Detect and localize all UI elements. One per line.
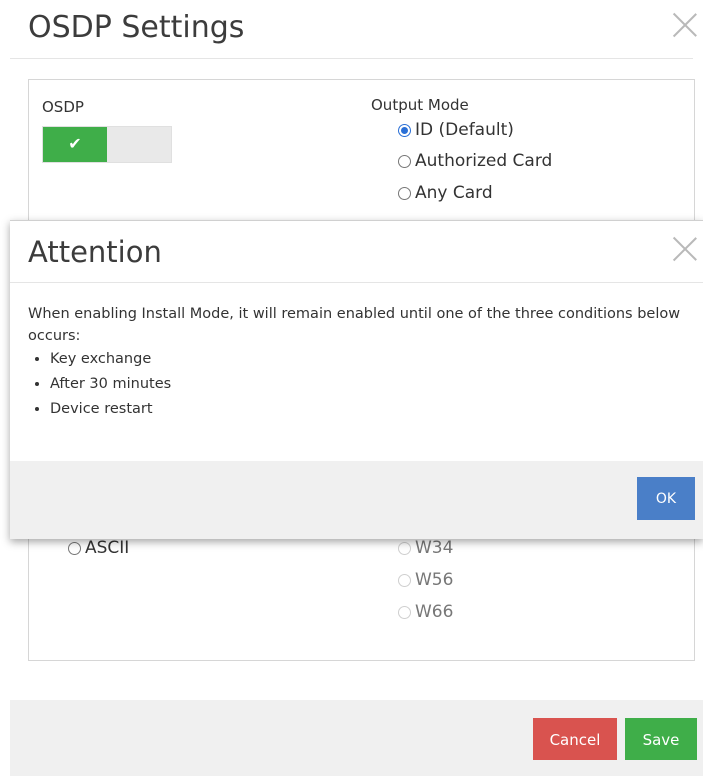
option-label: W34 bbox=[415, 538, 454, 558]
osdp-label: OSDP bbox=[42, 98, 84, 116]
radio-button-icon[interactable] bbox=[398, 123, 411, 137]
list-item: After 30 minutes bbox=[50, 372, 688, 397]
radio-button-icon[interactable] bbox=[398, 605, 411, 619]
option-label: Authorized Card bbox=[415, 151, 553, 171]
radio-button-icon[interactable] bbox=[398, 573, 411, 587]
radio-button-icon[interactable] bbox=[398, 186, 411, 200]
attention-dialog: Attention When enabling Install Mode, it… bbox=[10, 220, 703, 539]
format-option-w34[interactable]: W34 bbox=[398, 538, 453, 558]
attention-message: When enabling Install Mode, it will rema… bbox=[28, 303, 688, 422]
format-option-ascii[interactable]: ASCII bbox=[68, 538, 129, 558]
output-mode-option-authorized-card[interactable]: Authorized Card bbox=[398, 151, 552, 171]
radio-button-icon[interactable] bbox=[68, 541, 81, 555]
check-icon: ✔ bbox=[43, 127, 107, 162]
radio-button-icon[interactable] bbox=[398, 154, 411, 168]
ok-button[interactable]: OK bbox=[637, 477, 695, 520]
attention-footer bbox=[10, 461, 703, 539]
close-icon[interactable] bbox=[672, 12, 698, 38]
divider bbox=[10, 282, 703, 283]
option-label: W66 bbox=[415, 602, 454, 622]
option-label: W56 bbox=[415, 570, 454, 590]
close-icon[interactable] bbox=[672, 236, 698, 262]
format-option-w56[interactable]: W56 bbox=[398, 570, 453, 590]
attention-text: When enabling Install Mode, it will rema… bbox=[28, 306, 681, 344]
option-label: Any Card bbox=[415, 183, 493, 203]
output-mode-label: Output Mode bbox=[371, 96, 469, 114]
list-item: Key exchange bbox=[50, 347, 688, 372]
attention-title: Attention bbox=[28, 235, 162, 269]
osdp-toggle[interactable]: ✔ bbox=[42, 126, 172, 163]
cancel-button[interactable]: Cancel bbox=[533, 718, 617, 760]
output-mode-option-id-default[interactable]: ID (Default) bbox=[398, 120, 514, 140]
conditions-list: Key exchange After 30 minutes Device res… bbox=[28, 347, 688, 422]
format-option-w66[interactable]: W66 bbox=[398, 602, 453, 622]
divider bbox=[10, 58, 693, 59]
option-label: ID (Default) bbox=[415, 120, 514, 140]
output-mode-option-any-card[interactable]: Any Card bbox=[398, 183, 493, 203]
list-item: Device restart bbox=[50, 397, 688, 422]
dialog-title: OSDP Settings bbox=[28, 10, 245, 45]
save-button[interactable]: Save bbox=[625, 718, 697, 760]
radio-button-icon[interactable] bbox=[398, 541, 411, 555]
option-label: ASCII bbox=[85, 538, 130, 558]
